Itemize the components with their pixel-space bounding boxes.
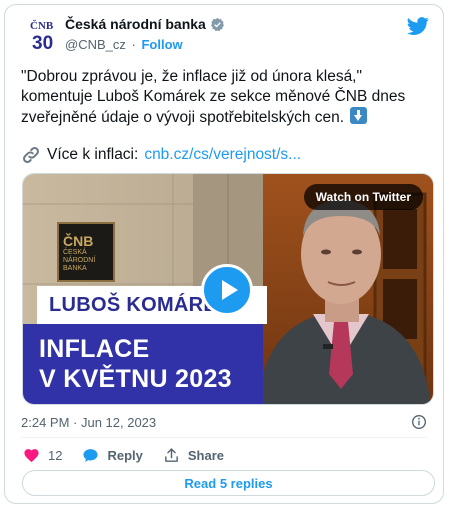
cnb-building-sign: ČNB ČESKÁ NÁRODNÍ BANKA: [57, 222, 115, 282]
tweet-body: "Dobrou zprávou je, že inflace již od ún…: [21, 68, 406, 126]
title-line-2: V KVĚTNU 2023: [39, 365, 232, 393]
link-prefix: Více k inflaci:: [47, 146, 139, 163]
reply-button[interactable]: Reply: [82, 447, 143, 464]
follow-button[interactable]: Follow: [141, 37, 182, 52]
link-chain-icon: [23, 147, 39, 163]
handle[interactable]: @CNB_cz: [65, 37, 126, 52]
title-line-1: INFLACE: [39, 335, 150, 363]
display-name[interactable]: Česká národní banka: [65, 16, 206, 32]
share-label: Share: [187, 448, 225, 463]
video-media[interactable]: ČNB ČESKÁ NÁRODNÍ BANKA LUBOŠ KOMÁREK IN…: [22, 173, 434, 405]
author-name-row: Česká národní banka: [65, 16, 225, 32]
twitter-bird-icon[interactable]: [407, 15, 429, 37]
watch-on-twitter-button[interactable]: Watch on Twitter: [303, 184, 423, 210]
sign-line-3: BANKA: [63, 265, 87, 272]
action-bar: 12 Reply Share: [23, 447, 244, 464]
video-title-banner: INFLACE V KVĚTNU 2023: [23, 324, 263, 404]
share-icon: [165, 448, 178, 462]
inflation-link[interactable]: cnb.cz/cs/verejnost/s...: [144, 146, 301, 164]
down-arrow-emoji-icon: [350, 107, 368, 124]
reply-bubble-icon: [83, 449, 99, 462]
like-button[interactable]: 12: [23, 447, 62, 464]
divider: [21, 437, 427, 438]
tweet-timestamp[interactable]: 2:24 PM · Jun 12, 2023: [21, 415, 156, 430]
cnb-30-avatar[interactable]: ČNB 30: [21, 15, 61, 55]
separator-dot: ·: [131, 37, 136, 52]
link-line: Více k inflaci: cnb.cz/cs/verejnost/s...: [21, 145, 301, 165]
info-icon[interactable]: [411, 414, 427, 430]
heart-icon: [24, 449, 39, 463]
read-replies-button[interactable]: Read 5 replies: [22, 470, 435, 496]
svg-text:ČNB: ČNB: [30, 19, 54, 32]
svg-text:30: 30: [32, 33, 53, 54]
handle-row: @CNB_cz · Follow: [65, 37, 183, 52]
verified-badge-icon: [210, 17, 224, 31]
share-button[interactable]: Share: [163, 447, 224, 464]
tweet-text: "Dobrou zprávou je, že inflace již od ún…: [21, 67, 431, 128]
sign-cnb-label: ČNB: [63, 233, 94, 249]
tweet-card: ČNB 30 Česká národní banka @CNB_cz · Fol…: [4, 4, 444, 504]
play-icon[interactable]: [201, 264, 253, 316]
sign-line-1: ČESKÁ: [63, 249, 87, 256]
sign-line-2: NÁRODNÍ: [63, 257, 96, 264]
like-count: 12: [48, 448, 63, 463]
reply-label: Reply: [107, 448, 143, 463]
